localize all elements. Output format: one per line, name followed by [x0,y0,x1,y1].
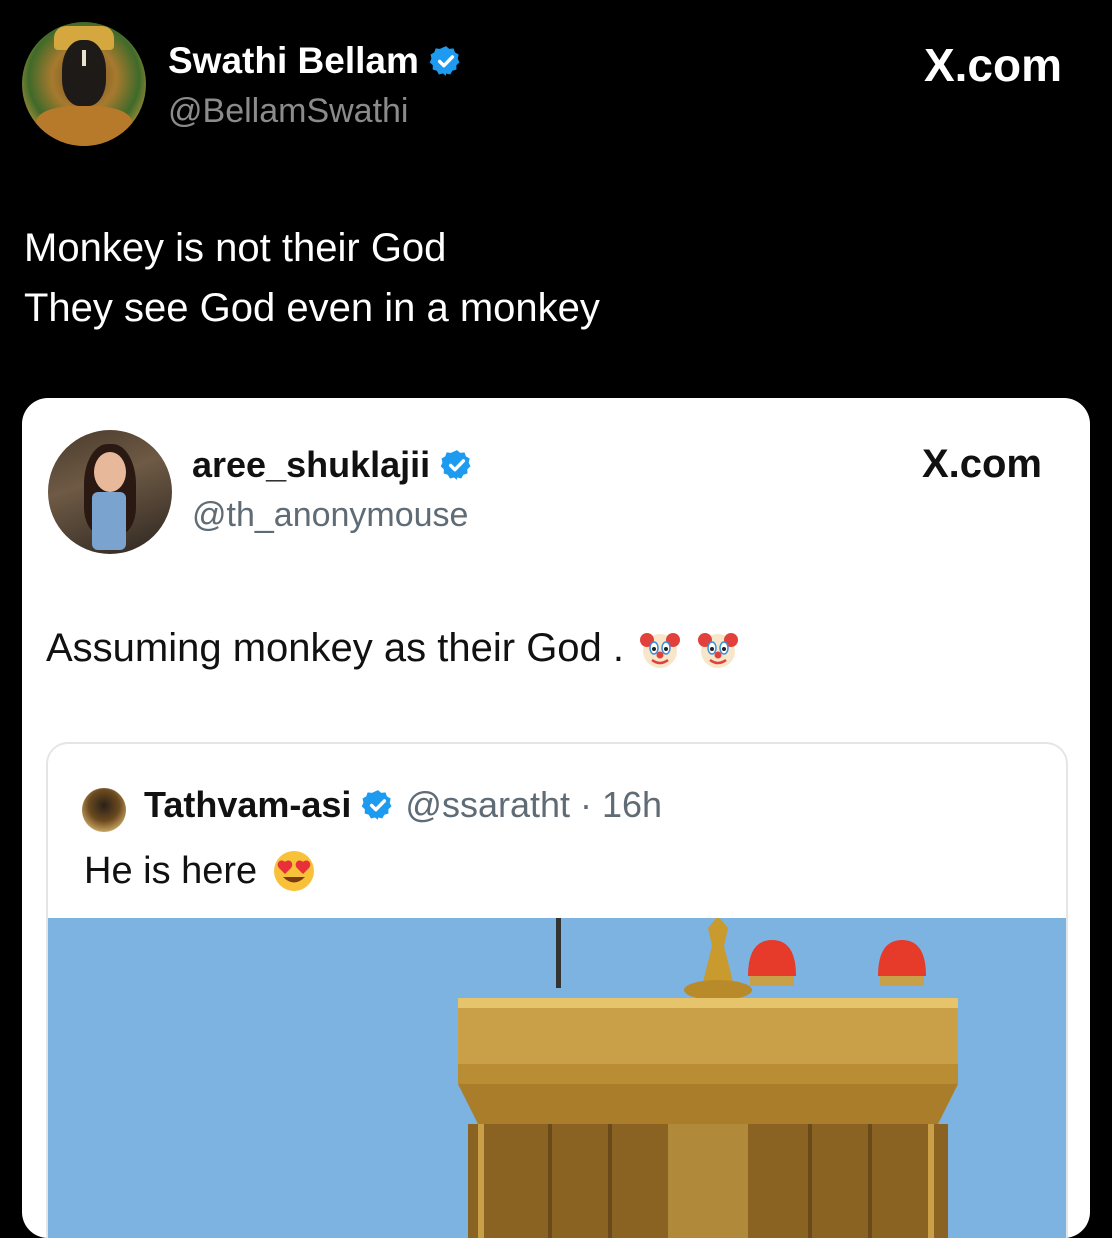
nested-media-image[interactable] [48,916,1066,1238]
avatar-face [94,452,126,492]
x-com-logo: X.com [923,39,1062,91]
card-handle[interactable]: @th_anonymouse [192,496,468,535]
outer-name-line[interactable]: Swathi Bellam [168,40,463,82]
outer-tweet-header: Swathi Bellam @BellamSwathi X.com [0,0,1112,160]
outer-handle[interactable]: @BellamSwathi [168,92,409,131]
verified-badge-icon [362,790,392,820]
avatar-tilak [82,50,86,66]
nested-display-name[interactable]: Tathvam-asi [144,784,351,826]
avatar-phone [92,492,126,550]
nested-avatar[interactable] [82,788,126,832]
x-com-logo: X.com [921,442,1042,486]
nested-quote-tweet[interactable]: Tathvam-asi @ssaratht · 16h He is here [46,742,1068,1238]
avatar-ornament [36,106,132,146]
temple-canopy-photo [48,916,1066,1238]
verified-badge-icon [429,46,460,76]
quoted-tweet-card[interactable]: aree_shuklajii @th_anonymouse X.com Assu… [22,398,1090,1238]
nested-time[interactable]: · 16h [580,784,662,826]
nested-handle[interactable]: @ssaratht [405,784,570,826]
card-display-name[interactable]: aree_shuklajii [192,444,430,486]
card-text-body: Assuming monkey as their God . [46,626,625,670]
verified-badge-icon [440,450,471,480]
card-tweet-text: Assuming monkey as their God . [46,626,740,671]
nested-header: Tathvam-asi @ssaratht · 16h [144,784,662,826]
outer-text-line-1: Monkey is not their God [24,226,447,270]
outer-avatar[interactable] [22,22,146,146]
clown-face-emoji-icon [640,632,681,668]
heart-eyes-emoji-icon [274,851,315,891]
outer-tweet-text: Monkey is not their God They see God eve… [24,218,600,338]
nested-text-body: He is here [84,849,258,892]
outer-display-name[interactable]: Swathi Bellam [168,40,419,82]
card-name-line[interactable]: aree_shuklajii [192,444,474,486]
nested-tweet-text: He is here [84,848,317,894]
card-avatar[interactable] [48,430,172,554]
clown-face-emoji-icon [698,632,739,668]
outer-text-line-2: They see God even in a monkey [24,286,600,330]
